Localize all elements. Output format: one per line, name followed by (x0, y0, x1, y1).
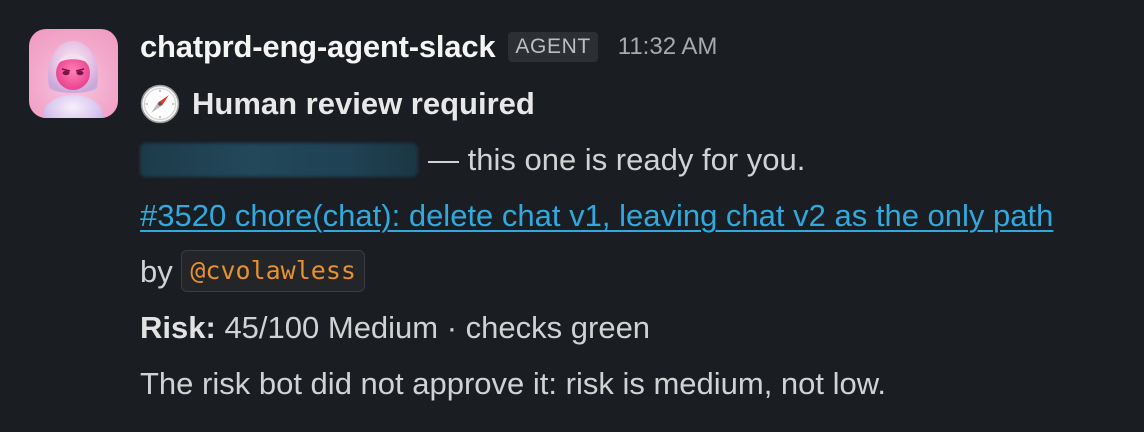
timestamp[interactable]: 11:32 AM (618, 33, 718, 61)
review-title-row: Human review required (140, 76, 1130, 132)
message-content: chatprd-eng-agent-slack AGENT 11:32 AM H… (140, 26, 1130, 412)
sender-name[interactable]: chatprd-eng-agent-slack (140, 29, 496, 65)
avatar-figure-icon (43, 41, 103, 118)
ready-line: — this one is ready for you. (140, 132, 1130, 188)
message-header: chatprd-eng-agent-slack AGENT 11:32 AM (140, 26, 1130, 68)
compass-icon (140, 84, 180, 124)
user-mention[interactable]: @cvolawless (181, 249, 365, 292)
by-text: by (140, 254, 173, 289)
review-title: Human review required (192, 86, 535, 121)
risk-line: Risk: 45/100 Medium · checks green (140, 300, 1130, 356)
risk-value: 45/100 Medium · checks green (224, 310, 651, 345)
redacted-mention[interactable] (140, 143, 418, 177)
risk-label: Risk: (140, 310, 216, 345)
agent-badge: AGENT (508, 32, 598, 62)
ready-text: — this one is ready for you. (428, 142, 806, 177)
risk-note: The risk bot did not approve it: risk is… (140, 366, 887, 401)
avatar[interactable] (29, 29, 118, 118)
slack-message: chatprd-eng-agent-slack AGENT 11:32 AM H… (0, 0, 1144, 432)
pr-link[interactable]: #3520 chore(chat): delete chat v1, leavi… (140, 198, 1053, 233)
pr-line: #3520 chore(chat): delete chat v1, leavi… (140, 188, 1070, 300)
